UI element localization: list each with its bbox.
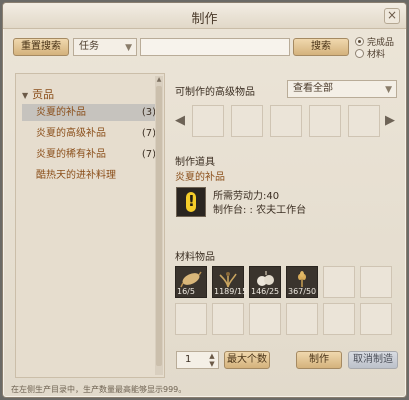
craft-button[interactable]: 制作 <box>296 351 342 369</box>
crafting-window: 制作 × 重置搜索 任务 ▼ 搜索 完成品 材料 ▼ 贡品 炎夏的补品 (3) 炎… <box>2 2 407 398</box>
chevron-down-icon: ▼ <box>125 43 132 53</box>
material-slot[interactable]: 367/50 <box>286 266 318 298</box>
category-scrollbar[interactable]: ▲ <box>155 76 163 375</box>
material-count: 1189/15 <box>214 287 248 296</box>
herb-icon <box>219 272 237 288</box>
category-panel: ▼ 贡品 炎夏的补品 (3) 炎夏的高级补品 (7) 炎夏的稀有补品 (7) 酷热… <box>15 73 165 378</box>
search-input[interactable] <box>140 38 290 56</box>
tool-item-name: 炎夏的补品 <box>175 172 225 183</box>
advanced-item-slot[interactable] <box>348 105 380 137</box>
radio-materials[interactable]: 材料 <box>355 47 385 60</box>
search-type-value: 任务 <box>79 41 99 52</box>
quantity-value: 1 <box>185 354 192 365</box>
title-bar[interactable]: 制作 × <box>3 3 406 29</box>
decrement-icon[interactable]: ▼ <box>207 360 217 368</box>
close-button[interactable]: × <box>384 8 400 24</box>
wheat-icon <box>298 271 306 287</box>
category-item-count: (7) <box>141 128 156 139</box>
material-slot[interactable]: 16/5 <box>175 266 207 298</box>
warning-icon[interactable] <box>176 187 206 217</box>
material-slot[interactable]: 146/25 <box>249 266 281 298</box>
tool-section-title: 制作道具 <box>175 157 215 168</box>
expand-triangle-icon: ▼ <box>22 91 29 100</box>
next-arrow-icon[interactable]: ▶ <box>385 105 395 137</box>
advanced-items-title: 可制作的高级物品 <box>175 87 255 98</box>
category-header[interactable]: ▼ 贡品 <box>22 86 54 102</box>
root-icon <box>180 271 202 288</box>
labor-cost-text: 所需劳动力:40 <box>213 191 280 202</box>
window-title: 制作 <box>191 12 218 27</box>
material-slot-empty[interactable] <box>323 266 355 298</box>
advanced-item-slot[interactable] <box>270 105 302 137</box>
radio-dot <box>355 37 364 46</box>
stepper-arrows[interactable]: ▲ ▼ <box>207 352 217 368</box>
scroll-thumb[interactable] <box>156 86 162 366</box>
radio-dot <box>355 49 364 58</box>
cancel-craft-button[interactable]: 取消制造 <box>348 351 398 369</box>
advanced-item-slot[interactable] <box>192 105 224 137</box>
material-slot-empty[interactable] <box>286 303 318 335</box>
exclamation-badge <box>186 192 196 212</box>
increment-icon[interactable]: ▲ <box>207 352 217 360</box>
search-button[interactable]: 搜索 <box>293 38 349 56</box>
category-header-label: 贡品 <box>32 88 55 101</box>
max-quantity-button[interactable]: 最大个数 <box>224 351 270 369</box>
reset-search-button[interactable]: 重置搜索 <box>13 38 69 56</box>
category-item-label: 炎夏的补品 <box>36 107 86 118</box>
category-item[interactable]: 炎夏的高级补品 (7) <box>22 125 158 142</box>
material-count: 146/25 <box>251 287 280 296</box>
category-item-count: (7) <box>141 149 156 160</box>
materials-title: 材料物品 <box>175 252 215 263</box>
advanced-item-slot[interactable] <box>231 105 263 137</box>
filter-value: 查看全部 <box>293 83 333 94</box>
material-slot[interactable]: 1189/15 <box>212 266 248 298</box>
radio-label: 材料 <box>367 50 386 60</box>
garlic-icon <box>257 271 274 286</box>
category-item[interactable]: 炎夏的稀有补品 (7) <box>22 146 158 163</box>
footer-hint: 在左侧生产目录中，生产数量最高能够显示999。 <box>11 385 187 394</box>
material-slot-empty[interactable] <box>323 303 355 335</box>
material-slot-empty[interactable] <box>175 303 207 335</box>
material-count: 16/5 <box>177 287 195 296</box>
category-item-label: 炎夏的高级补品 <box>36 128 106 139</box>
workbench-text: 制作台: : 农夫工作台 <box>213 205 307 216</box>
chevron-down-icon: ▼ <box>385 85 392 95</box>
advanced-item-slot[interactable] <box>309 105 341 137</box>
category-item-count: (3) <box>141 107 156 118</box>
material-slot-empty[interactable] <box>360 303 392 335</box>
category-item-label: 炎夏的稀有补品 <box>36 149 106 160</box>
prev-arrow-icon[interactable]: ◀ <box>175 105 185 137</box>
material-slot-empty[interactable] <box>360 266 392 298</box>
search-type-dropdown[interactable]: 任务 ▼ <box>73 38 137 56</box>
material-slot-empty[interactable] <box>212 303 244 335</box>
category-item[interactable]: 炎夏的补品 (3) <box>22 104 158 121</box>
material-count: 367/50 <box>288 287 317 296</box>
scroll-up-icon[interactable]: ▲ <box>155 76 163 84</box>
category-item[interactable]: 酷热天的进补料理 <box>22 167 158 184</box>
filter-dropdown[interactable]: 查看全部 ▼ <box>287 80 397 98</box>
quantity-stepper[interactable]: 1 ▲ ▼ <box>176 351 219 369</box>
category-item-label: 酷热天的进补料理 <box>36 170 116 181</box>
material-slot-empty[interactable] <box>249 303 281 335</box>
